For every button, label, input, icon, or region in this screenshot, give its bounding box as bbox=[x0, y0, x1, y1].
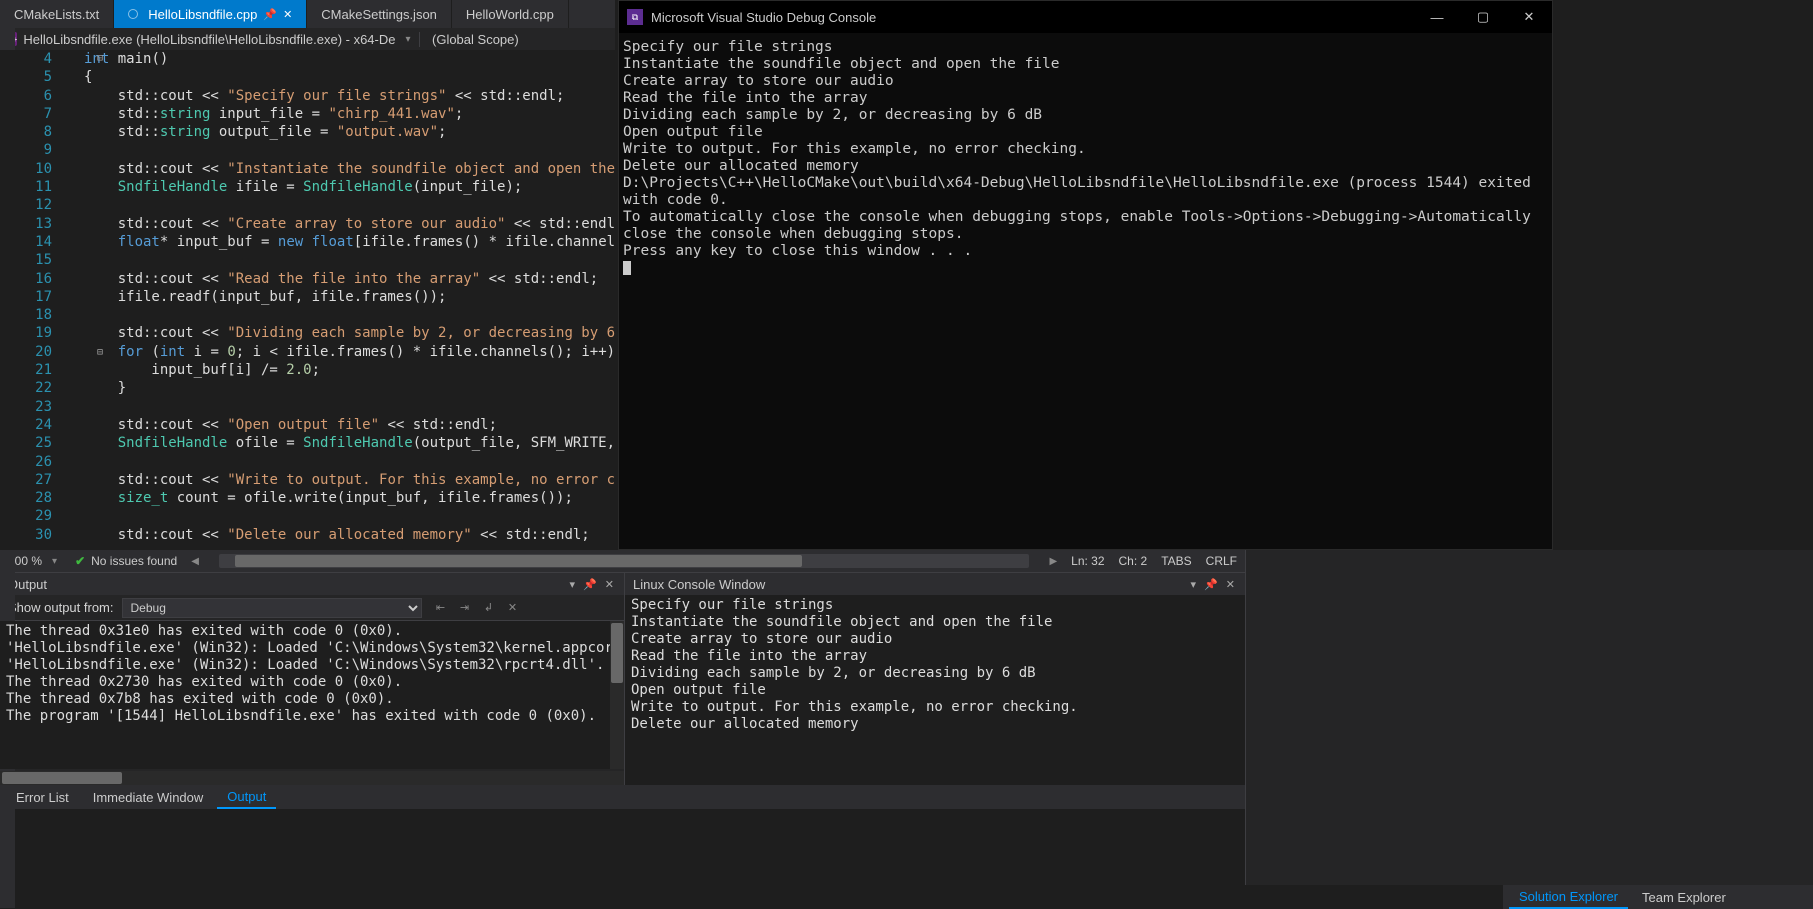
vertical-scrollbar[interactable] bbox=[610, 621, 624, 769]
panel-tab[interactable]: Solution Explorer bbox=[1509, 886, 1628, 909]
caret-col: Ch: 2 bbox=[1119, 554, 1148, 568]
panel-tab[interactable]: Output bbox=[217, 786, 276, 809]
linux-body[interactable]: Specify our file stringsInstantiate the … bbox=[625, 595, 1245, 785]
caret-line: Ln: 32 bbox=[1071, 554, 1104, 568]
scope-target-text: HelloLibsndfile.exe (HelloLibsndfile\Hel… bbox=[23, 32, 395, 47]
bottom-tabs-left: Error ListImmediate WindowOutput bbox=[0, 785, 1245, 809]
chevron-down-icon: ▾ bbox=[48, 556, 61, 567]
debug-console-body[interactable]: Specify our file stringsInstantiate the … bbox=[619, 33, 1552, 549]
output-toolbar-icons: ⇤ ⇥ ↲ ✕ bbox=[430, 598, 524, 618]
close-icon[interactable]: ✕ bbox=[1224, 578, 1237, 591]
maximize-button[interactable]: ▢ bbox=[1460, 1, 1506, 33]
close-icon[interactable]: ✕ bbox=[603, 578, 616, 591]
dropdown-icon[interactable]: ▾ bbox=[568, 578, 578, 591]
indent-icon[interactable]: ⇤ bbox=[430, 598, 452, 618]
scope-target[interactable]: ++ HelloLibsndfile.exe (HelloLibsndfile\… bbox=[0, 32, 420, 47]
output-from-label: Show output from: bbox=[8, 600, 114, 615]
minimize-button[interactable]: — bbox=[1414, 1, 1460, 33]
bottom-tabs-right: Solution ExplorerTeam Explorer bbox=[1503, 885, 1813, 909]
bottom-panels: Output ▾ 📌 ✕ Show output from: Debug ⇤ ⇥… bbox=[0, 572, 1245, 785]
editor-tab[interactable]: CMakeLists.txt bbox=[0, 0, 114, 28]
editor-tabs: CMakeLists.txtHelloLibsndfile.cpp📌✕CMake… bbox=[0, 0, 615, 28]
editor-tab[interactable]: HelloLibsndfile.cpp📌✕ bbox=[114, 0, 307, 28]
pin-icon[interactable]: 📌 bbox=[581, 578, 599, 591]
debug-console-title: Microsoft Visual Studio Debug Console bbox=[651, 10, 876, 25]
check-icon: ✔ bbox=[75, 554, 85, 568]
horizontal-scrollbar[interactable] bbox=[219, 554, 1030, 568]
indent-mode: TABS bbox=[1161, 554, 1191, 568]
close-button[interactable]: ✕ bbox=[1506, 1, 1552, 33]
word-wrap-icon[interactable]: ↲ bbox=[478, 598, 500, 618]
code-body[interactable]: int main(){ std::cout << "Specify our fi… bbox=[84, 50, 615, 550]
clear-icon[interactable]: ✕ bbox=[502, 598, 524, 618]
horizontal-scrollbar[interactable] bbox=[0, 771, 624, 785]
pin-icon[interactable]: 📌 bbox=[1202, 578, 1220, 591]
issues-indicator[interactable]: ✔ No issues found bbox=[75, 554, 177, 568]
linux-console-panel: Linux Console Window ▾ 📌 ✕ Specify our f… bbox=[625, 572, 1245, 785]
scroll-left-icon[interactable]: ◀ bbox=[191, 556, 199, 567]
panel-tab[interactable]: Team Explorer bbox=[1632, 887, 1736, 908]
chevron-down-icon: ▾ bbox=[401, 34, 414, 45]
linux-title: Linux Console Window ▾ 📌 ✕ bbox=[625, 573, 1245, 595]
outdent-icon[interactable]: ⇥ bbox=[454, 598, 476, 618]
side-panel-area bbox=[1245, 550, 1813, 885]
close-icon[interactable]: ✕ bbox=[283, 8, 292, 21]
code-editor[interactable]: 4567891011121314151617181920212223242526… bbox=[0, 50, 615, 550]
scope-bar: ++ HelloLibsndfile.exe (HelloLibsndfile\… bbox=[0, 28, 615, 50]
scope-function[interactable]: (Global Scope) bbox=[420, 32, 531, 47]
output-toolbar: Show output from: Debug ⇤ ⇥ ↲ ✕ bbox=[0, 595, 624, 621]
editor-status-bar: 100 % ▾ ✔ No issues found ◀ ▶ Ln: 32 Ch:… bbox=[0, 550, 1245, 572]
output-source-select[interactable]: Debug bbox=[122, 598, 422, 618]
panel-tab[interactable]: Immediate Window bbox=[83, 787, 214, 808]
debug-console-titlebar[interactable]: ⧉ Microsoft Visual Studio Debug Console … bbox=[619, 1, 1552, 33]
editor-tab[interactable]: HelloWorld.cpp bbox=[452, 0, 569, 28]
output-body[interactable]: The thread 0x31e0 has exited with code 0… bbox=[0, 621, 624, 769]
output-panel-title: Output ▾ 📌 ✕ bbox=[0, 573, 624, 595]
debug-console-window: ⧉ Microsoft Visual Studio Debug Console … bbox=[618, 0, 1553, 550]
output-panel: Output ▾ 📌 ✕ Show output from: Debug ⇤ ⇥… bbox=[0, 572, 625, 785]
fold-column[interactable]: ⊟ ⊟ bbox=[97, 50, 103, 362]
line-number-gutter: 4567891011121314151617181920212223242526… bbox=[0, 50, 84, 550]
scroll-right-icon[interactable]: ▶ bbox=[1049, 556, 1057, 567]
pin-icon[interactable]: 📌 bbox=[263, 8, 277, 21]
editor-tab[interactable]: CMakeSettings.json bbox=[307, 0, 452, 28]
line-ending: CRLF bbox=[1206, 554, 1237, 568]
vs-app-icon: ⧉ bbox=[627, 9, 643, 25]
panel-tab[interactable]: Error List bbox=[6, 787, 79, 808]
dropdown-icon[interactable]: ▾ bbox=[1189, 578, 1199, 591]
zoom-level[interactable]: 100 % ▾ bbox=[8, 554, 61, 568]
